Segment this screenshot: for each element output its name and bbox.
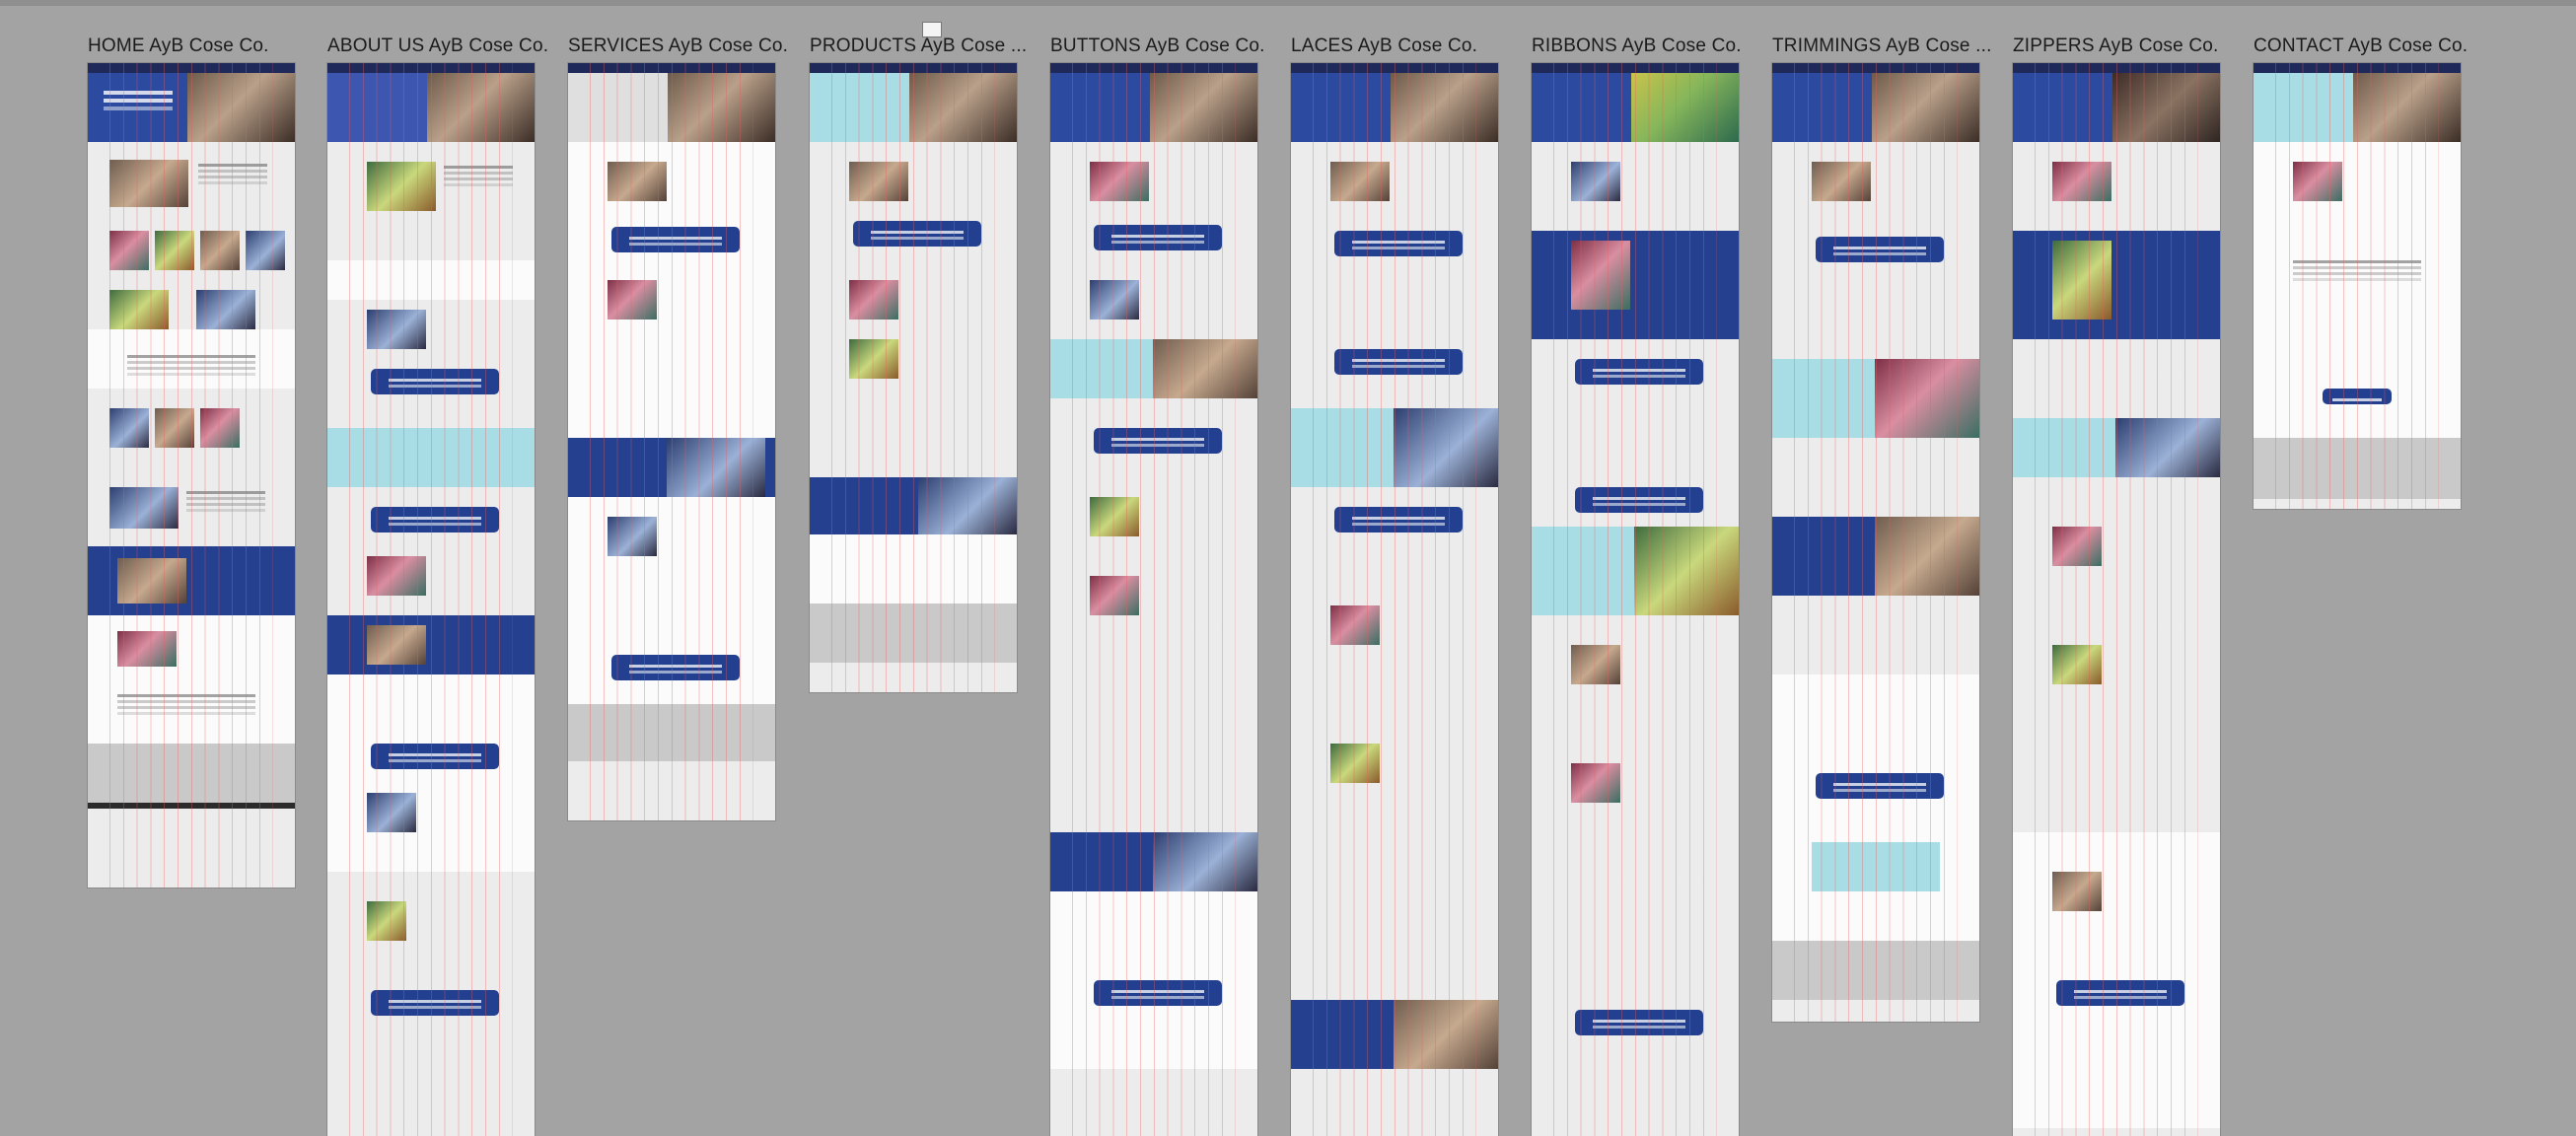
artboard-home[interactable] — [88, 63, 295, 888]
frame-title-services[interactable]: SERVICES AyB Cose Co. — [568, 36, 788, 57]
frame-title-contact[interactable]: CONTACT AyB Cose Co. — [2254, 36, 2468, 57]
artboard-hero — [327, 73, 535, 142]
artboard-nav — [810, 63, 1017, 73]
artboard-products[interactable] — [810, 63, 1017, 692]
artboard-laces[interactable] — [1291, 63, 1498, 1136]
artboard-ribbons[interactable] — [1532, 63, 1739, 1136]
canvas-top-bar — [0, 0, 2576, 6]
artboard-hero — [568, 73, 775, 142]
frame-title-zippers[interactable]: ZIPPERS AyB Cose Co. — [2013, 36, 2219, 57]
frame-title-home[interactable]: HOME AyB Cose Co. — [88, 36, 269, 57]
artboard-buttons[interactable] — [1050, 63, 1257, 1136]
artboard-zippers[interactable] — [2013, 63, 2220, 1136]
frame-title-about[interactable]: ABOUT US AyB Cose Co. — [327, 36, 548, 57]
artboard-nav — [2013, 63, 2220, 73]
artboard-nav — [568, 63, 775, 73]
artboard-hero — [1291, 73, 1498, 142]
artboard-hero — [1772, 73, 1979, 142]
artboard-nav — [1772, 63, 1979, 73]
artboard-hero — [810, 73, 1017, 142]
artboard-trimmings[interactable] — [1772, 63, 1979, 1022]
artboard-hero — [2254, 73, 2461, 142]
frame-title-laces[interactable]: LACES AyB Cose Co. — [1291, 36, 1477, 57]
artboard-hero — [1050, 73, 1257, 142]
artboard-nav — [2254, 63, 2461, 73]
frame-title-buttons[interactable]: BUTTONS AyB Cose Co. — [1050, 36, 1265, 57]
artboard-nav — [327, 63, 535, 73]
artboard-hero — [2013, 73, 2220, 142]
artboard-hero — [88, 73, 295, 142]
artboard-services[interactable] — [568, 63, 775, 820]
frame-title-ribbons[interactable]: RIBBONS AyB Cose Co. — [1532, 36, 1742, 57]
artboard-nav — [1050, 63, 1257, 73]
artboard-nav — [1291, 63, 1498, 73]
artboard-nav — [88, 63, 295, 73]
artboard-nav — [1532, 63, 1739, 73]
frame-title-trimmings[interactable]: TRIMMINGS AyB Cose ... — [1772, 36, 1992, 57]
frame-title-products[interactable]: PRODUCTS AyB Cose ... — [810, 36, 1027, 57]
artboard-hero — [1532, 73, 1739, 142]
artboard-about[interactable] — [327, 63, 535, 1136]
artboard-contact[interactable] — [2254, 63, 2461, 509]
